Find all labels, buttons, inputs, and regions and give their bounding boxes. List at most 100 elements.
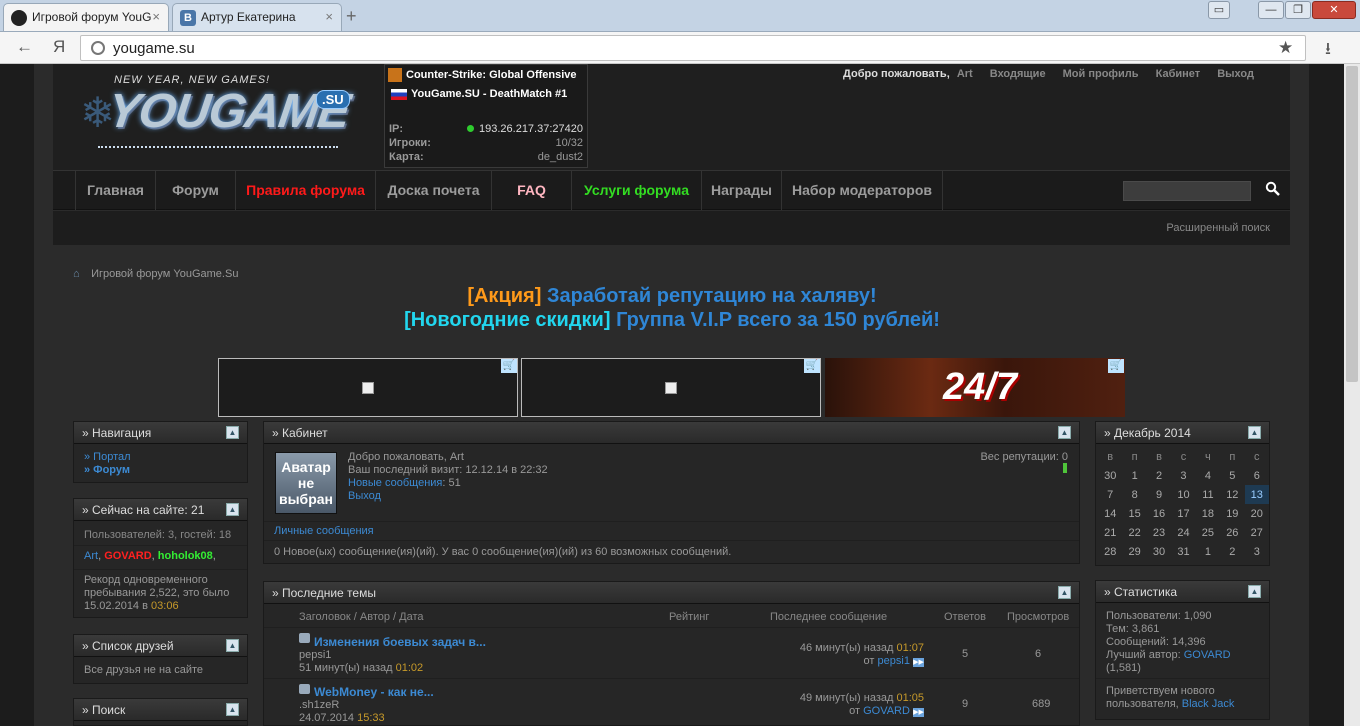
scrollbar-thumb[interactable] [1346, 66, 1358, 382]
menu-icon[interactable]: ▭ [1208, 1, 1230, 19]
tab-vk[interactable]: В Артур Екатерина × [172, 3, 342, 31]
nav-moderators[interactable]: Набор модераторов [781, 171, 943, 210]
promo-line-2[interactable]: [Новогодние скидки] Группа V.I.P всего з… [0, 309, 1344, 332]
nav-home[interactable]: Главная [75, 171, 155, 210]
calendar-day[interactable]: 28 [1098, 542, 1122, 561]
last-user[interactable]: pepsi1 [878, 655, 910, 667]
calendar-day[interactable]: 3 [1245, 542, 1269, 561]
calendar-day[interactable]: 10 [1171, 485, 1195, 504]
calendar-day[interactable]: 27 [1245, 523, 1269, 542]
topic-author[interactable]: pepsi1 [299, 649, 331, 661]
advanced-search-link[interactable]: Расширенный поиск [1166, 222, 1270, 234]
collapse-icon[interactable]: ▲ [226, 503, 239, 516]
calendar-day[interactable]: 22 [1122, 523, 1146, 542]
url-text[interactable]: yougame.su [113, 40, 195, 57]
back-arrow-icon[interactable]: ← [16, 37, 33, 57]
calendar-day[interactable]: 5 [1220, 466, 1244, 485]
calendar-day[interactable]: 8 [1122, 485, 1146, 504]
home-icon[interactable]: ⌂ [73, 268, 84, 280]
page-scrollbar[interactable] [1344, 64, 1360, 726]
tab-yougame[interactable]: Игровой форум YouG × [3, 3, 169, 31]
calendar-day[interactable]: 11 [1196, 485, 1220, 504]
goto-last-icon[interactable]: ▶▶ [913, 708, 924, 717]
collapse-icon[interactable]: ▲ [1058, 426, 1071, 439]
topic-title[interactable]: Изменения боевых задач в... [314, 635, 486, 649]
cabinet-logout-link[interactable]: Выход [348, 490, 381, 502]
server-monitor[interactable]: Counter-Strike: Global Offensive YouGame… [384, 64, 588, 168]
calendar-day[interactable]: 21 [1098, 523, 1122, 542]
calendar-day[interactable]: 19 [1220, 504, 1244, 523]
calendar-day[interactable]: 12 [1220, 485, 1244, 504]
calendar-day-today[interactable]: 13 [1244, 485, 1269, 504]
nav-services[interactable]: Услуги форума [571, 171, 701, 210]
close-tab-icon[interactable]: × [152, 9, 160, 24]
page-info-icon[interactable] [91, 41, 105, 55]
breadcrumb-link[interactable]: Игровой форум YouGame.Su [91, 268, 238, 280]
calendar-day[interactable]: 24 [1171, 523, 1195, 542]
calendar-day[interactable]: 26 [1220, 523, 1244, 542]
pm-link[interactable]: Личные сообщения [274, 525, 374, 537]
collapse-icon[interactable]: ▲ [226, 703, 239, 716]
address-bar[interactable]: yougame.su ★ [80, 35, 1306, 61]
nav-forum[interactable]: Форум [155, 171, 235, 210]
promo-line-1[interactable]: [Акция] Заработай репутацию на халяву! [0, 285, 1344, 308]
calendar-day[interactable]: 14 [1098, 504, 1122, 523]
server-ip[interactable]: 193.26.217.37:27420 [479, 123, 583, 135]
search-input[interactable] [1123, 181, 1251, 201]
calendar-day[interactable]: 2 [1147, 466, 1171, 485]
calendar-day[interactable]: 15 [1122, 504, 1146, 523]
calendar-day[interactable]: 6 [1245, 466, 1269, 485]
online-user-art[interactable]: Art [84, 550, 98, 562]
site-logo[interactable]: ❄ NEW YEAR, NEW GAMES! YOUGAME .SU [78, 68, 368, 162]
new-user-link[interactable]: Black Jack [1182, 698, 1235, 710]
calendar-day[interactable]: 31 [1171, 542, 1195, 561]
ad-banner-1[interactable] [218, 358, 518, 417]
calendar-day[interactable]: 30 [1098, 466, 1122, 485]
minimize-button[interactable]: — [1258, 1, 1284, 19]
topic-author[interactable]: .sh1zeR [299, 699, 339, 711]
nav-honor-board[interactable]: Доска почета [375, 171, 491, 210]
collapse-icon[interactable]: ▲ [1058, 586, 1071, 599]
download-icon[interactable]: ⭳ [1325, 36, 1331, 65]
collapse-icon[interactable]: ▲ [1248, 585, 1261, 598]
collapse-icon[interactable]: ▲ [1248, 426, 1261, 439]
bookmark-star-icon[interactable]: ★ [1278, 38, 1293, 58]
new-messages-link[interactable]: Новые сообщения [348, 477, 442, 489]
ad-banner-2[interactable] [521, 358, 821, 417]
online-user-govard[interactable]: GOVARD [104, 550, 151, 562]
ad-banner-247[interactable]: 24/7 [825, 358, 1125, 417]
nav-faq[interactable]: FAQ [491, 171, 571, 210]
calendar-day[interactable]: 7 [1098, 485, 1122, 504]
calendar-day[interactable]: 17 [1171, 504, 1195, 523]
search-icon[interactable] [1265, 181, 1285, 201]
goto-last-icon[interactable]: ▶▶ [913, 658, 924, 667]
close-tab-icon[interactable]: × [325, 9, 333, 24]
collapse-icon[interactable]: ▲ [226, 639, 239, 652]
cart-icon[interactable]: 🛒 [804, 359, 820, 373]
cabinet-link[interactable]: Кабинет [1156, 68, 1201, 80]
nav-portal-link[interactable]: » Портал [84, 451, 131, 463]
user-link[interactable]: Art [957, 68, 973, 80]
nav-awards[interactable]: Награды [701, 171, 781, 210]
calendar-day[interactable]: 4 [1196, 466, 1220, 485]
close-window-button[interactable]: ✕ [1312, 1, 1356, 19]
calendar-day[interactable]: 16 [1147, 504, 1171, 523]
calendar-day[interactable]: 20 [1245, 504, 1269, 523]
collapse-icon[interactable]: ▲ [226, 426, 239, 439]
best-user-link[interactable]: GOVARD [1184, 649, 1231, 661]
restore-button[interactable]: ❐ [1285, 1, 1311, 19]
calendar-day[interactable]: 9 [1147, 485, 1171, 504]
cart-icon[interactable]: 🛒 [1108, 359, 1124, 373]
nav-rules[interactable]: Правила форума [235, 171, 375, 210]
calendar-day[interactable]: 29 [1122, 542, 1146, 561]
calendar-day[interactable]: 23 [1147, 523, 1171, 542]
nav-forum-link[interactable]: » Форум [84, 464, 130, 476]
topic-title[interactable]: WebMoney - как не... [314, 685, 434, 699]
avatar[interactable]: Аватар не выбран [275, 452, 337, 514]
profile-link[interactable]: Мой профиль [1063, 68, 1139, 80]
last-user[interactable]: GOVARD [863, 705, 910, 717]
logout-link[interactable]: Выход [1217, 68, 1254, 80]
calendar-day[interactable]: 30 [1147, 542, 1171, 561]
calendar-day[interactable]: 1 [1196, 542, 1220, 561]
calendar-day[interactable]: 25 [1196, 523, 1220, 542]
